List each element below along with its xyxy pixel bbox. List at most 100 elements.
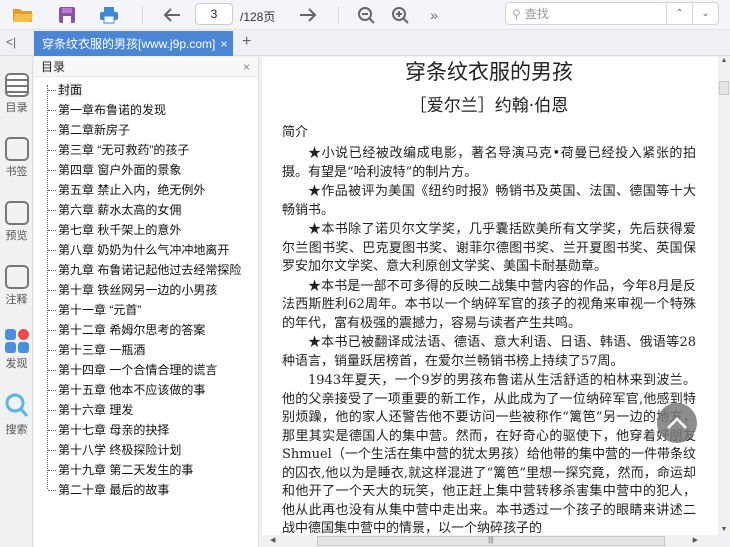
note-icon [4,265,29,289]
toc-item-label: 第七章 秋千架上的意外 [58,223,182,237]
toc-item[interactable]: 第七章 秋千架上的意外 [48,220,258,240]
rail-item-bookmark[interactable]: 书签 [0,137,33,179]
scroll-thumb[interactable]: ||| [317,536,665,546]
toc-item[interactable]: 封面 [48,80,258,100]
document-view: 穿条纹衣服的男孩 ［爱尔兰］约翰·伯恩 简介 ★小说已经被改编成电影，著名导演马… [262,57,718,535]
toc-item[interactable]: 第二章新房子 [48,120,258,140]
toc-item-label: 第十七章 母亲的抉择 [58,423,170,437]
toc-item[interactable]: 第十四章 一个合情合理的谎言 [48,360,258,380]
search-icon [5,393,29,419]
book-title: 穿条纹衣服的男孩 [405,60,573,84]
rail-item-toc[interactable]: 目录 [0,73,33,115]
toc-item-label: 第十六章 理发 [58,403,134,417]
toc-item-label: 第八章 奶奶为什么气冲冲地离开 [58,243,230,257]
bookmark-icon [4,137,29,161]
vertical-scrollbar[interactable]: ▲ ▼ [718,57,730,535]
more-button[interactable]: » [424,3,444,27]
toc-item-label: 第十九章 第二天发生的事 [58,463,194,477]
new-tab-button[interactable]: + [242,33,251,51]
open-folder-icon[interactable] [10,3,36,27]
print-icon[interactable] [96,3,122,27]
rail-label: 目录 [5,102,28,114]
toc-item[interactable]: 第十八学 终极探险计划 [48,440,258,460]
rail-label: 搜索 [5,424,28,436]
toc-item[interactable]: 第四章 窗户外面的景象 [48,160,258,180]
search-prev-button[interactable]: ⌃ [666,3,692,24]
toc-item-label: 第一章布鲁诺的发现 [58,103,167,117]
toc-item-label: 第十三章 一瓶酒 [58,343,146,357]
toc-item-label: 第十四章 一个合情合理的谎言 [58,363,218,377]
toc-icon [4,73,29,97]
book-author: ［爱尔兰］约翰·伯恩 [409,96,569,116]
tab-close-icon[interactable]: × [215,37,233,51]
toc-item[interactable]: 第十一章 “元首” [48,300,258,320]
tab-title: 穿条纹衣服的男孩[www.j9p.com] [42,37,215,51]
chevron-up-icon [667,417,687,429]
toc-item[interactable]: 第十五章 他本不应该做的事 [48,380,258,400]
page-number-input[interactable]: 3 [195,3,233,25]
toc-item[interactable]: 第五章 禁止入内，绝无例外 [48,180,258,200]
paragraph: ★本书是一部不可多得的反映二战集中营内容的作品，今年8月是反法西斯胜利62周年。… [282,278,696,331]
toc-item[interactable]: 第三章 “无可救药”的孩子 [48,140,258,160]
paragraph: ★作品被评为美国《纽约时报》畅销书及英国、法国、德国等十大畅销书。 [282,184,696,218]
toc-item[interactable]: 第十九章 第二天发生的事 [48,460,258,480]
scroll-thumb[interactable] [719,81,729,95]
toc-item-label: 第十一章 “元首” [58,303,142,317]
toc-item[interactable]: 第一章布鲁诺的发现 [48,100,258,120]
toc-item-label: 第十章 铁丝网另一边的小男孩 [58,283,218,297]
toc-item-label: 第十二章 希姆尔思考的答案 [58,323,206,337]
toc-item[interactable]: 第二十章 最后的故事 [48,480,258,500]
toc-item-label: 封面 [58,83,83,97]
intro-heading: 简介 [282,125,309,140]
page-total: /128页 [240,10,276,24]
toc-item-label: 第四章 窗户外面的景象 [58,163,182,177]
zoom-out-icon[interactable] [354,3,378,27]
paragraph: ★小说已经被改编成电影，著名导演马克•荷曼已经投入紧张的拍摄。有望是“哈利波特”… [282,146,696,180]
rail-item-search[interactable]: 搜索 [0,393,33,437]
sidebar-rail: 目录 书签 预览 注释 发现 搜索 [0,57,33,547]
toc-title: 目录 [41,60,66,74]
search-next-button[interactable]: ⌄ [692,3,718,24]
toc-close-icon[interactable]: × [243,60,250,74]
rail-label: 书签 [5,166,28,178]
rail-item-notes[interactable]: 注释 [0,265,33,307]
collapse-sidebar-button[interactable]: <| [6,35,16,49]
toc-item[interactable]: 第十二章 希姆尔思考的答案 [48,320,258,340]
rail-item-discover[interactable]: 发现 [0,329,33,371]
search-input[interactable]: 查找 [525,5,549,22]
toc-item[interactable]: 第十七章 母亲的抉择 [48,420,258,440]
toc-item[interactable]: 第十三章 一瓶酒 [48,340,258,360]
back-to-top-button[interactable] [657,403,697,443]
preview-icon [4,201,29,225]
save-icon[interactable] [54,3,80,27]
rail-item-preview[interactable]: 预览 [0,201,33,243]
toc-item[interactable]: 第六章 薪水太高的女佣 [48,200,258,220]
toc-item-label: 第十五章 他本不应该做的事 [58,383,206,397]
toc-item-label: 第五章 禁止入内，绝无例外 [58,183,206,197]
horizontal-scrollbar[interactable]: ◀ ||| ▶ [262,535,718,547]
toc-item[interactable]: 第十章 铁丝网另一边的小男孩 [48,280,258,300]
rail-label: 预览 [5,230,28,242]
toc-item-label: 第十八学 终极探险计划 [58,443,182,457]
toc-item[interactable]: 第九章 布鲁诺记起他过去经常探险 [48,260,258,280]
toc-item-label: 第二十章 最后的故事 [58,483,170,497]
rail-label: 发现 [5,358,28,370]
tab-bar: <| 穿条纹衣服的男孩[www.j9p.com] × + [0,31,730,56]
rail-label: 注释 [5,294,28,306]
toolbar: 3 /128页 » ⚲ 查找 ⌃ ⌄ [0,0,730,30]
toc-item[interactable]: 第八章 奶奶为什么气冲冲地离开 [48,240,258,260]
toc-item-label: 第三章 “无可救药”的孩子 [58,143,190,157]
prev-page-icon[interactable] [160,3,184,27]
zoom-in-icon[interactable] [388,3,412,27]
toc-item[interactable]: 第十六章 理发 [48,400,258,420]
search-icon: ⚲ [512,6,521,21]
toc-panel: 目录 × 封面第一章布鲁诺的发现第二章新房子第三章 “无可救药”的孩子 第四章 窗户… [34,57,259,547]
next-page-icon[interactable] [296,3,320,27]
search-box[interactable]: ⚲ 查找 ⌃ ⌄ [505,2,719,25]
discover-icon [4,329,29,353]
tab-document[interactable]: 穿条纹衣服的男孩[www.j9p.com] × [34,31,233,56]
paragraph: ★本书已被翻译成法语、德语、意大利语、日语、韩语、俄语等28种语言，销量跃居榜首… [282,335,696,369]
toc-item-label: 第九章 布鲁诺记起他过去经常探险 [58,263,242,277]
tree-line [47,85,48,489]
paragraph: ★本书除了诺贝尔文学奖，几乎囊括欧美所有文学奖，先后获得爱尔兰图书奖、巴克夏图书… [282,222,696,274]
